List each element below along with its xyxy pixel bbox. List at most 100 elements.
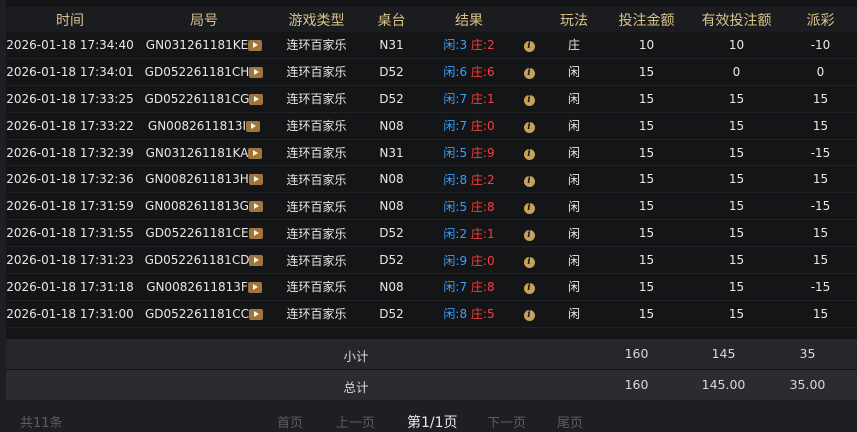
table-row: 2026-01-18 17:34:01 GD052261181CH 连环百家乐 D52… (6, 58, 857, 86)
total-label: 总计 (343, 380, 369, 395)
cell-payout: -15 (784, 139, 857, 167)
first-page-link[interactable]: 首页 (277, 412, 303, 431)
cell-detail: i (514, 32, 544, 59)
banker-label: 庄: (470, 280, 487, 295)
info-icon[interactable]: i (523, 95, 535, 107)
play-icon[interactable] (246, 120, 261, 132)
play-icon[interactable] (249, 255, 264, 267)
play-icon[interactable] (249, 66, 264, 78)
play-icon[interactable] (248, 201, 263, 213)
player-score: 5 (459, 146, 468, 160)
banker-label: 庄: (470, 226, 487, 241)
player-label: 闲: (443, 199, 460, 214)
cell-result: 闲:7 庄:0 (424, 112, 514, 140)
prev-page-link[interactable]: 上一页 (336, 412, 375, 431)
play-icon[interactable] (247, 281, 262, 293)
cell-payout: 15 (784, 112, 857, 140)
info-icon[interactable]: i (523, 229, 535, 241)
cell-time: 2026-01-18 17:33:22 (6, 112, 134, 140)
header-round: 局号 (134, 7, 274, 32)
cell-bet-amount: 15 (604, 219, 689, 248)
cell-payout: 15 (784, 85, 857, 113)
header-bet-amount: 投注金额 (604, 7, 689, 32)
banker-score: 9 (486, 146, 495, 160)
player-label: 闲: (443, 307, 460, 322)
cell-detail: i (514, 219, 544, 248)
last-page-link[interactable]: 尾页 (557, 412, 583, 431)
cell-payout: 0 (784, 58, 857, 86)
play-icon[interactable] (248, 147, 263, 159)
table-row: 2026-01-18 17:32:36 GN0082611813H 连环百家乐 N08… (6, 165, 857, 194)
next-page-link[interactable]: 下一页 (487, 412, 526, 431)
play-icon[interactable] (248, 39, 263, 51)
round-id: GN031261181KE (145, 37, 249, 52)
play-icon[interactable] (249, 93, 264, 105)
banker-label: 庄: (470, 38, 487, 53)
cell-bet-amount: 15 (604, 300, 689, 328)
subtotal-valid: 145 (711, 346, 736, 361)
player-label: 闲: (443, 253, 460, 268)
subtotal-payout: 35 (799, 346, 816, 361)
header-game-type: 游戏类型 (274, 7, 359, 32)
cell-table: N08 (359, 192, 424, 221)
cell-bet-amount: 15 (604, 192, 689, 221)
info-icon[interactable]: i (523, 175, 535, 187)
cell-table: D52 (359, 219, 424, 248)
info-icon[interactable]: i (523, 68, 535, 80)
info-icon[interactable]: i (523, 149, 535, 160)
player-score: 6 (459, 65, 468, 80)
info-icon[interactable]: i (523, 202, 535, 214)
header-play-mode: 玩法 (544, 7, 604, 32)
cell-play-mode: 闲 (544, 165, 604, 194)
cell-time: 2026-01-18 17:32:39 (6, 139, 134, 167)
round-id: GD052261181CG (144, 91, 250, 106)
cell-round: GD052261181CE (134, 219, 274, 248)
banker-label: 庄: (470, 146, 487, 160)
cell-time: 2026-01-18 17:32:36 (6, 165, 134, 194)
table-row: 2026-01-18 17:32:39 GN031261181KA 连环百家乐 N31… (6, 139, 857, 167)
cell-time: 2026-01-18 17:33:25 (6, 85, 134, 113)
cell-bet-amount: 15 (604, 139, 689, 167)
cell-bet-amount: 15 (604, 273, 689, 301)
cell-round: GD052261181CG (134, 85, 274, 113)
banker-label: 庄: (470, 92, 487, 107)
info-icon[interactable]: i (523, 256, 535, 268)
cell-payout: -15 (784, 192, 857, 221)
cell-round: GN031261181KE (134, 32, 274, 59)
cell-play-mode: 闲 (544, 139, 604, 167)
cell-table: D52 (359, 85, 424, 113)
player-score: 3 (459, 38, 468, 53)
play-icon[interactable] (248, 174, 263, 186)
player-score: 5 (459, 199, 468, 214)
cell-payout: 15 (784, 246, 857, 275)
info-icon[interactable]: i (523, 41, 535, 53)
cell-payout: -15 (784, 273, 857, 301)
play-icon[interactable] (249, 308, 263, 320)
info-icon[interactable]: i (523, 283, 535, 295)
round-id: GN031261181KA (145, 145, 249, 160)
cell-result: 闲:8 庄:2 (424, 165, 514, 194)
banker-label: 庄: (470, 199, 487, 214)
cell-game-type: 连环百家乐 (274, 192, 359, 221)
table-header: 时间 局号 游戏类型 桌台 结果 玩法 投注金额 有效投注额 派彩 (6, 7, 857, 32)
banker-score: 0 (486, 119, 495, 134)
header-table: 桌台 (359, 7, 424, 32)
cell-result: 闲:2 庄:1 (424, 219, 514, 248)
banker-score: 0 (486, 253, 495, 268)
cell-time: 2026-01-18 17:31:00 (6, 300, 134, 328)
banker-score: 6 (486, 65, 495, 80)
info-icon[interactable]: i (523, 310, 535, 322)
cell-detail: i (514, 273, 544, 301)
cell-play-mode: 闲 (544, 246, 604, 275)
cell-play-mode: 闲 (544, 58, 604, 86)
play-icon[interactable] (248, 228, 263, 240)
cell-valid-bet: 15 (689, 139, 784, 167)
cell-game-type: 连环百家乐 (274, 32, 359, 59)
cell-bet-amount: 15 (604, 85, 689, 113)
info-icon[interactable]: i (523, 122, 535, 134)
player-label: 闲: (443, 119, 460, 134)
cell-detail: i (514, 139, 544, 167)
cell-play-mode: 闲 (544, 273, 604, 301)
cell-result: 闲:8 庄:5 (424, 300, 514, 328)
cell-time: 2026-01-18 17:31:23 (6, 246, 134, 275)
